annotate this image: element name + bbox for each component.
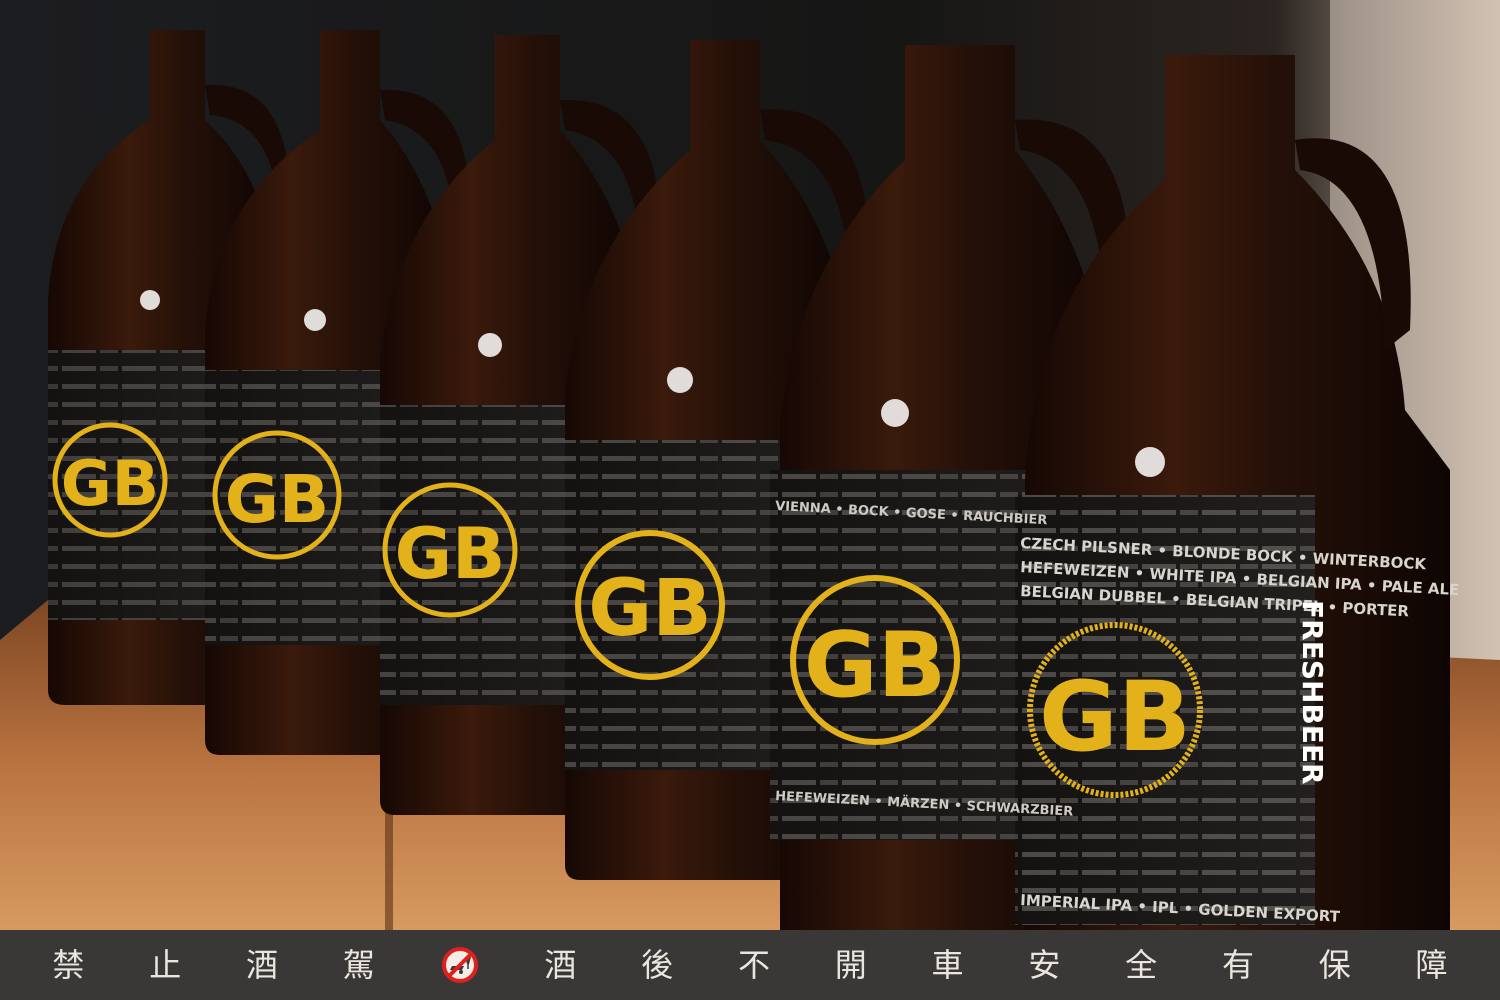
footer-char: 禁 <box>52 946 85 984</box>
svg-text:GB: GB <box>588 564 711 654</box>
freshbeer-vertical: FRESHBEER <box>1296 600 1329 785</box>
svg-text:GB: GB <box>1039 661 1191 773</box>
footer-char: 酒 <box>544 946 577 984</box>
svg-text:GB: GB <box>61 447 159 520</box>
svg-text:FRESHBEER: FRESHBEER <box>1296 600 1329 785</box>
footer-char: 障 <box>1415 946 1448 984</box>
footer-char: 止 <box>149 946 182 984</box>
footer-bar: 禁 止 酒 駕 酒 後 不 開 車 安 全 有 保 障 <box>0 930 1500 1000</box>
growler-photo: GB GB GB GB GB GB CZECH PILSNER • BLONDE… <box>0 0 1500 930</box>
footer-char: 駕 <box>342 946 375 984</box>
svg-text:GB: GB <box>225 461 329 538</box>
footer-char: 開 <box>834 946 867 984</box>
footer-char: 全 <box>1125 946 1158 984</box>
fresh-word: FRESH <box>1296 600 1329 703</box>
footer-char: 車 <box>931 946 964 984</box>
footer-char: 不 <box>737 946 770 984</box>
footer-char: 安 <box>1028 946 1061 984</box>
svg-text:GB: GB <box>395 513 506 595</box>
footer-char: 酒 <box>245 946 278 984</box>
footer-char: 後 <box>641 946 674 984</box>
svg-text:GB: GB <box>804 613 946 718</box>
footer-char: 有 <box>1221 946 1254 984</box>
no-drink-driving-icon <box>441 947 478 983</box>
footer-char: 保 <box>1318 946 1351 984</box>
beer-word: BEER <box>1296 703 1329 784</box>
